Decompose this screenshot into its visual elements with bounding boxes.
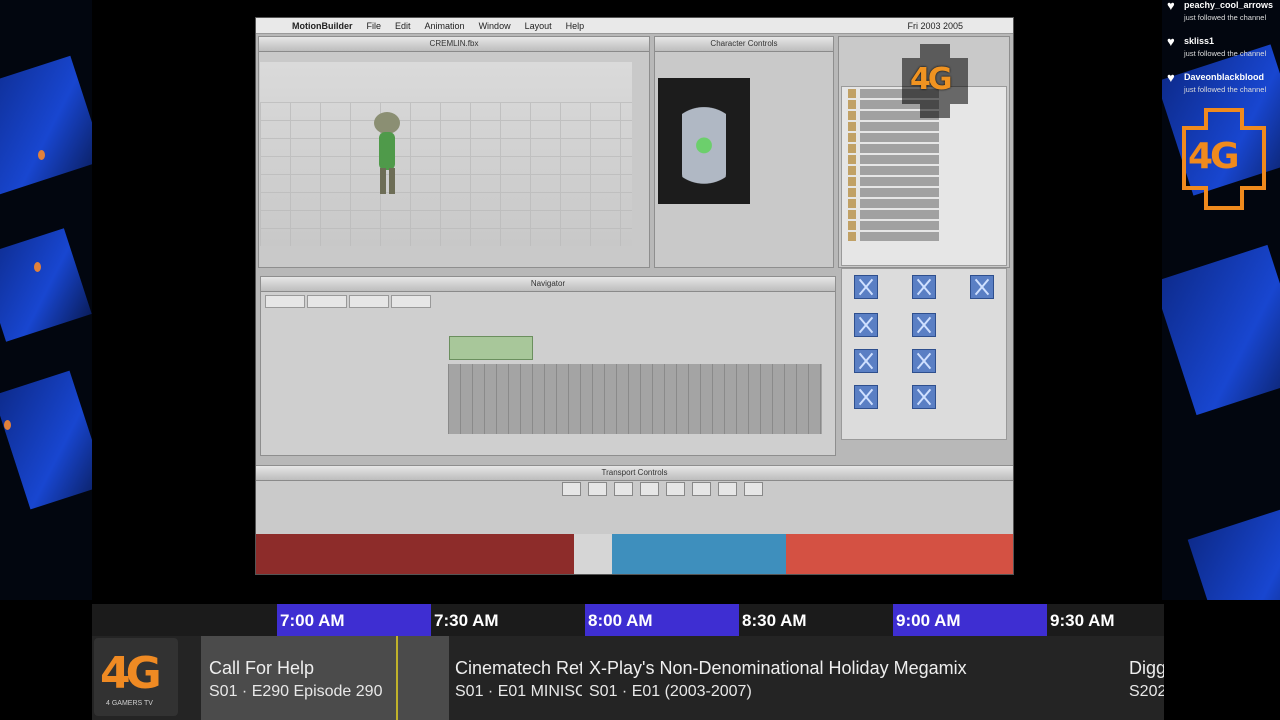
menu-window: Window xyxy=(478,20,511,31)
blue-cube-decor xyxy=(0,228,92,342)
program-cell[interactable]: Cinematech Ret S01 · E01 MINISC xyxy=(447,636,582,720)
program-title: Cinematech Ret xyxy=(455,658,582,678)
follower-name: skliss1 xyxy=(1184,36,1215,46)
program-title: Call For Help xyxy=(209,658,315,678)
channel-logo[interactable]: 4G 4 GAMERS TV xyxy=(94,638,178,716)
time-slot: 8:30 AM xyxy=(739,604,893,636)
time-slot: 9:00 AM xyxy=(893,604,1047,636)
blue-cube-decor xyxy=(1187,505,1280,600)
side-logo-text: 4G xyxy=(1188,136,1240,177)
menu-animation: Animation xyxy=(424,20,465,31)
pause-button[interactable] xyxy=(666,482,685,496)
menu-app: MotionBuilder xyxy=(292,20,353,31)
timeline-track[interactable] xyxy=(448,364,822,434)
follow-alerts: ♥ peachy_cool_arrows just followed the c… xyxy=(1162,0,1280,108)
channel-logo-text: 4G xyxy=(100,648,162,699)
program-episode: S01 · E01 (2003-2007) xyxy=(589,683,752,700)
play-button[interactable] xyxy=(692,482,711,496)
follow-alert: ♥ peachy_cool_arrows just followed the c… xyxy=(1162,0,1280,36)
follow-message: just followed the channel xyxy=(1184,49,1267,58)
clip-thumbnail[interactable] xyxy=(854,313,878,337)
channel-logo-side: 4G xyxy=(1182,108,1266,210)
story-tabs xyxy=(265,295,431,308)
body-map xyxy=(658,78,750,204)
time-slot: 7:30 AM xyxy=(431,604,585,636)
animation-clip[interactable] xyxy=(449,336,533,360)
mac-menubar: MotionBuilder File Edit Animation Window… xyxy=(256,18,1013,34)
tab-navigator[interactable] xyxy=(265,295,305,308)
heart-icon: ♥ xyxy=(1167,34,1175,49)
time-slot: 7:00 AM xyxy=(277,604,431,636)
follow-message: just followed the channel xyxy=(1184,85,1267,94)
ember-decor xyxy=(34,262,41,272)
rewind-button[interactable] xyxy=(588,482,607,496)
transport-title: Transport Controls xyxy=(256,466,1013,481)
follower-name: peachy_cool_arrows xyxy=(1184,0,1274,10)
now-indicator xyxy=(396,636,398,720)
program-episode: S01 · E01 MINISC xyxy=(455,683,582,700)
program-title: X-Play's Non-Denominational Holiday Mega… xyxy=(589,658,967,678)
program-cell[interactable]: Call For Help S01 · E290 Episode 290 xyxy=(201,636,449,720)
clip-thumbnail[interactable] xyxy=(912,349,936,373)
prev-frame-button[interactable] xyxy=(614,482,633,496)
viewer-title: CREMLIN.fbx xyxy=(259,37,649,52)
clip-thumbnail[interactable] xyxy=(912,275,936,299)
motion-clip-thumbnails xyxy=(841,268,1007,440)
program-cell[interactable]: X-Play's Non-Denominational Holiday Mega… xyxy=(581,636,1121,720)
character-controls-title: Character Controls xyxy=(655,37,833,52)
follow-alert: ♥ skliss1 just followed the channel xyxy=(1162,34,1280,72)
time-slot: 8:00 AM xyxy=(585,604,739,636)
watermark-logo: 4G xyxy=(902,44,968,118)
heart-icon: ♥ xyxy=(1167,0,1175,13)
menu-edit: Edit xyxy=(395,20,411,31)
program-guide-row: 4G 4 GAMERS TV Call For Help S01 · E290 … xyxy=(92,636,1164,720)
gremlin-character xyxy=(372,112,402,197)
blue-cube-decor xyxy=(0,370,92,510)
clip-thumbnail[interactable] xyxy=(970,275,994,299)
fast-forward-button[interactable] xyxy=(744,482,763,496)
guide-timebar: 7:00 AM 7:30 AM 8:00 AM 8:30 AM 9:00 AM … xyxy=(92,604,1164,636)
scene-floor-preview xyxy=(256,534,1013,574)
clip-thumbnail[interactable] xyxy=(912,313,936,337)
heart-icon: ♥ xyxy=(1167,70,1175,85)
left-decor-panel xyxy=(0,0,92,600)
clip-thumbnail[interactable] xyxy=(912,385,936,409)
tab-dopesheet[interactable] xyxy=(349,295,389,308)
time-slot: 9:30 AM xyxy=(1047,604,1164,636)
stop-button[interactable] xyxy=(562,482,581,496)
3d-viewport xyxy=(260,62,632,246)
transport-controls: Transport Controls xyxy=(256,465,1013,534)
program-episode: S202 xyxy=(1129,683,1164,700)
menubar-clock: Fri 2003 2005 xyxy=(907,20,963,31)
play-back-button[interactable] xyxy=(640,482,659,496)
follower-name: Daveonblackblood xyxy=(1184,72,1265,82)
tab-story[interactable] xyxy=(307,295,347,308)
floor-grid xyxy=(260,102,632,246)
clip-thumbnail[interactable] xyxy=(854,349,878,373)
watermark-text: 4G xyxy=(910,62,952,97)
blue-cube-decor xyxy=(1162,244,1280,416)
follow-alert: ♥ Daveonblackblood just followed the cha… xyxy=(1162,70,1280,108)
program-title: Digg xyxy=(1129,658,1164,678)
blue-cube-decor xyxy=(0,55,92,195)
ember-decor xyxy=(4,420,11,430)
ember-decor xyxy=(38,150,45,160)
clip-thumbnail[interactable] xyxy=(854,275,878,299)
navigator-title: Navigator xyxy=(261,277,835,292)
next-frame-button[interactable] xyxy=(718,482,737,496)
follow-message: just followed the channel xyxy=(1184,13,1267,22)
channel-name: 4 GAMERS TV xyxy=(106,700,153,707)
program-episode: S01 · E290 Episode 290 xyxy=(209,683,383,700)
program-cell[interactable]: Digg S202 xyxy=(1121,636,1164,720)
tab-fcurves[interactable] xyxy=(391,295,431,308)
menu-layout: Layout xyxy=(524,20,552,31)
menu-file: File xyxy=(366,20,382,31)
clip-thumbnail[interactable] xyxy=(854,385,878,409)
video-frame: MotionBuilder File Edit Animation Window… xyxy=(255,17,1014,575)
menu-help: Help xyxy=(565,20,585,31)
